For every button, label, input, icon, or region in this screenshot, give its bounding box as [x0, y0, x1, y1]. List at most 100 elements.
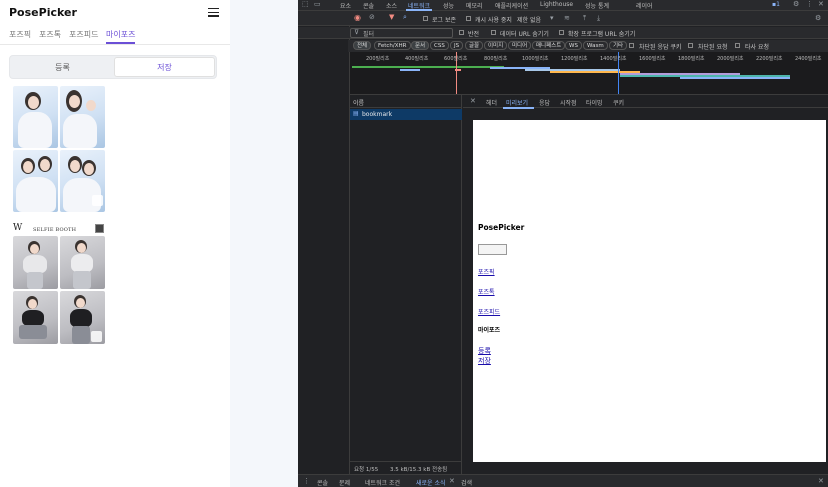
tab-application[interactable]: 애플리케이션: [495, 1, 528, 10]
devtools-drawer: ⋮ 콘솔 문제 네트워크 조건 새로운 소식 ✕ 검색 ✕: [298, 474, 828, 487]
type-chip-wasm[interactable]: Wasm: [583, 41, 608, 50]
pose-photo[interactable]: [60, 86, 105, 148]
search-panel: [298, 11, 350, 474]
invert-checkbox[interactable]: [459, 30, 464, 35]
settings-gear-icon[interactable]: ⚙: [793, 0, 799, 8]
type-chip-media[interactable]: 미디어: [508, 41, 532, 50]
register-save-toggle: 등록 저장: [9, 55, 217, 79]
detail-tab-response[interactable]: 응답: [539, 98, 550, 107]
network-conditions-icon[interactable]: ≋: [564, 14, 570, 22]
export-har-icon[interactable]: ⤓: [597, 14, 600, 23]
device-toggle-icon[interactable]: ▭: [314, 0, 321, 8]
tab-memory[interactable]: 메모리: [466, 1, 483, 10]
detail-tab-timing[interactable]: 타이밍: [586, 98, 603, 107]
page-background: [230, 0, 298, 487]
type-chip-js[interactable]: JS: [450, 41, 464, 50]
bookmark-icon[interactable]: [92, 195, 103, 206]
request-list: [350, 95, 462, 474]
save-tab-button[interactable]: 저장: [114, 57, 215, 77]
more-options-icon[interactable]: ⋮: [806, 0, 813, 8]
request-name: bookmark: [362, 111, 393, 118]
detail-tab-preview[interactable]: 미리보기: [506, 98, 528, 107]
hamburger-menu-icon[interactable]: [208, 8, 219, 17]
detail-tab-cookies[interactable]: 쿠키: [613, 98, 624, 107]
pose-photo[interactable]: [13, 236, 58, 289]
type-chip-all[interactable]: 전체: [353, 41, 372, 50]
timeline-tick: 800밀리초: [484, 56, 508, 62]
hide-data-urls-checkbox[interactable]: [491, 30, 496, 35]
preview-register-link[interactable]: 등록: [478, 346, 491, 356]
app-title: PosePicker: [9, 6, 77, 19]
devtools-panel: ⬚ ▭ 요소 콘솔 소스 네트워크 성능 메모리 애플리케이션 Lighthou…: [298, 0, 828, 487]
detail-tab-headers[interactable]: 헤더: [486, 98, 497, 107]
tab-performance-insights[interactable]: 성능 통계: [585, 1, 609, 10]
clear-icon[interactable]: ⊘: [369, 13, 375, 21]
tab-console[interactable]: 콘솔: [363, 1, 374, 10]
tab-elements[interactable]: 요소: [340, 1, 351, 10]
network-settings-icon[interactable]: ⚙: [815, 14, 821, 22]
blocked-cookies-checkbox[interactable]: [629, 43, 634, 48]
type-chip-doc[interactable]: 문서: [411, 41, 430, 50]
pose-photo[interactable]: [13, 291, 58, 344]
type-chip-img[interactable]: 이미지: [484, 41, 508, 50]
tab-layers[interactable]: 레이어: [636, 1, 653, 10]
throttle-select[interactable]: 제한 없음: [517, 15, 541, 24]
invert-label: 반전: [468, 31, 480, 38]
broken-image-icon: [478, 244, 507, 255]
pose-photo[interactable]: [13, 86, 58, 148]
type-chip-fetch-xhr[interactable]: Fetch/XHR: [374, 41, 411, 50]
request-row[interactable]: ▤ bookmark: [350, 109, 462, 120]
type-chip-ws[interactable]: WS: [565, 41, 582, 50]
drawer-tab-console[interactable]: 콘솔: [317, 478, 328, 487]
detail-tab-initiator[interactable]: 시작점: [560, 98, 577, 107]
drawer-tab-search[interactable]: 검색: [461, 478, 472, 487]
preserve-log-label: 로그 보존: [432, 17, 456, 24]
issues-badge[interactable]: ▪1: [772, 1, 780, 8]
type-chip-manifest[interactable]: 매니페스트: [532, 41, 566, 50]
name-column-header[interactable]: 이름: [350, 95, 462, 108]
drawer-menu-icon[interactable]: ⋮: [303, 477, 310, 485]
bookmark-icon[interactable]: [91, 331, 102, 342]
document-icon: ▤: [353, 110, 359, 117]
drawer-tab-network-conditions[interactable]: 네트워크 조건: [365, 478, 400, 487]
filter-input-box[interactable]: [350, 28, 453, 38]
import-har-icon[interactable]: ⤒: [583, 14, 586, 23]
preview-link-posetalk[interactable]: 포즈톡: [478, 287, 495, 296]
preview-save-link[interactable]: 저장: [478, 356, 491, 366]
nav-tab-posetalk[interactable]: 포즈톡: [39, 29, 61, 40]
blocked-requests-checkbox[interactable]: [688, 43, 693, 48]
hide-ext-urls-checkbox[interactable]: [559, 30, 564, 35]
pose-photo[interactable]: [13, 150, 58, 212]
record-icon[interactable]: ◉: [354, 13, 361, 22]
nav-tab-posepick[interactable]: 포즈픽: [9, 29, 31, 40]
timeline-tick: 2200밀리초: [756, 56, 783, 62]
type-chip-font[interactable]: 글꼴: [465, 41, 484, 50]
preview-mypose-heading: 마이포즈: [478, 327, 501, 334]
pose-photo[interactable]: [60, 291, 105, 344]
third-party-checkbox[interactable]: [735, 43, 740, 48]
register-tab-button[interactable]: 등록: [11, 57, 114, 77]
preview-link-posefeed[interactable]: 포즈피드: [478, 307, 500, 316]
inspect-element-icon[interactable]: ⬚: [302, 0, 309, 8]
pose-photo[interactable]: [60, 236, 105, 289]
nav-tab-posefeed[interactable]: 포즈피드: [69, 29, 98, 40]
search-network-icon[interactable]: ⌕: [403, 13, 407, 22]
dropdown-arrow-icon[interactable]: ▾: [550, 14, 554, 22]
close-detail-icon[interactable]: ✕: [470, 97, 476, 105]
disable-cache-checkbox[interactable]: [466, 16, 471, 21]
preview-link-posepick[interactable]: 포즈픽: [478, 267, 495, 276]
type-chip-other[interactable]: 기타: [609, 41, 628, 50]
tab-sources[interactable]: 소스: [386, 1, 397, 10]
preserve-log-checkbox[interactable]: [423, 16, 428, 21]
close-devtools-icon[interactable]: ✕: [818, 0, 824, 8]
tab-performance[interactable]: 성능: [443, 1, 454, 10]
close-tab-icon[interactable]: ✕: [449, 477, 455, 485]
type-chip-css[interactable]: CSS: [430, 41, 449, 50]
drawer-tab-issues[interactable]: 문제: [339, 478, 350, 487]
nav-tab-mypose[interactable]: 마이포즈: [106, 29, 135, 40]
tab-lighthouse[interactable]: Lighthouse: [540, 1, 573, 8]
drawer-tab-whats-new[interactable]: 새로운 소식: [416, 478, 446, 487]
pose-photo[interactable]: [60, 150, 105, 212]
close-drawer-icon[interactable]: ✕: [818, 477, 824, 485]
filter-icon[interactable]: ▼: [389, 13, 394, 21]
